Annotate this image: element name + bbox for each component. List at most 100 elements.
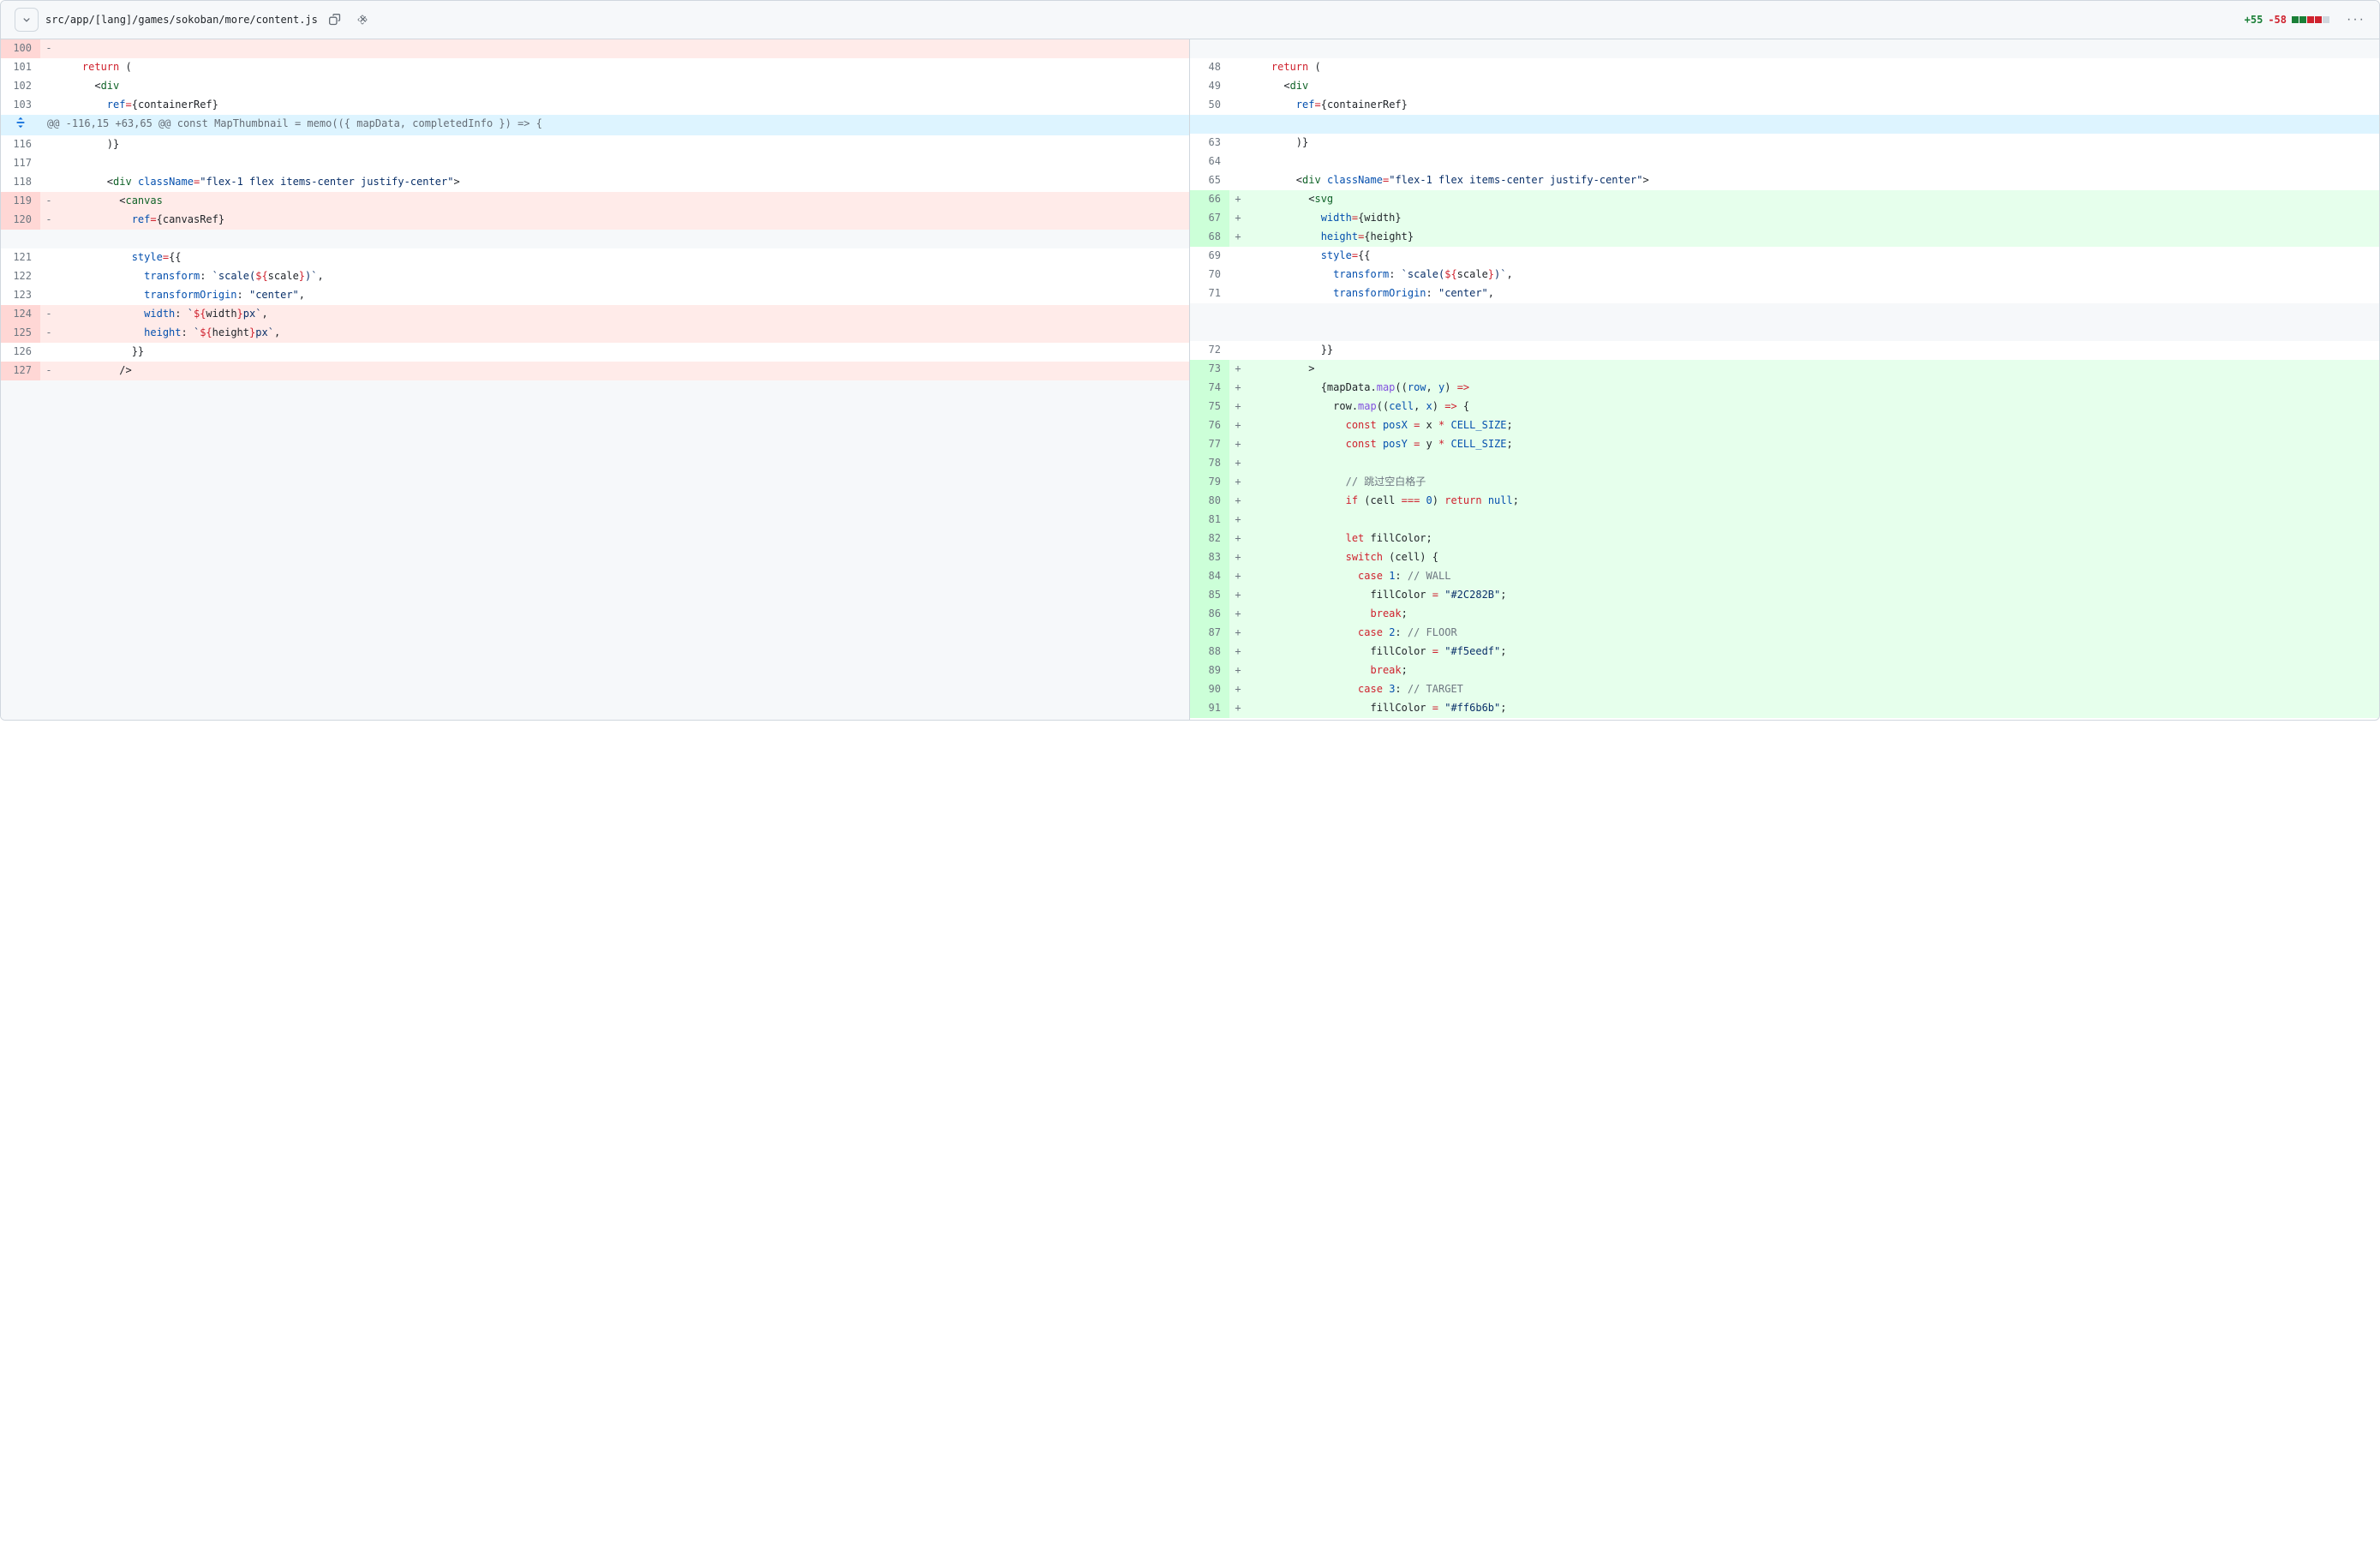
collapse-toggle-button[interactable] bbox=[15, 8, 39, 32]
line-number[interactable]: 80 bbox=[1190, 492, 1229, 511]
diff-line[interactable]: 71 transformOrigin: "center", bbox=[1190, 284, 2379, 303]
line-number[interactable]: 100 bbox=[1, 39, 40, 58]
line-number[interactable]: 71 bbox=[1190, 284, 1229, 303]
line-number[interactable]: 72 bbox=[1190, 341, 1229, 360]
diff-line[interactable]: 70 transform: `scale(${scale})`, bbox=[1190, 266, 2379, 284]
line-number[interactable]: 126 bbox=[1, 343, 40, 362]
line-number[interactable]: 123 bbox=[1, 286, 40, 305]
diff-line[interactable]: 85+ fillColor = "#2C282B"; bbox=[1190, 586, 2379, 605]
line-number[interactable]: 70 bbox=[1190, 266, 1229, 284]
file-menu-button[interactable]: ··· bbox=[2347, 12, 2365, 27]
diff-line[interactable]: 68+ height={height} bbox=[1190, 228, 2379, 247]
line-number[interactable] bbox=[1190, 39, 1229, 58]
line-number[interactable]: 87 bbox=[1190, 624, 1229, 643]
expand-file-button[interactable] bbox=[352, 9, 373, 30]
line-number[interactable]: 69 bbox=[1190, 247, 1229, 266]
line-number[interactable]: 68 bbox=[1190, 228, 1229, 247]
line-number[interactable]: 124 bbox=[1, 305, 40, 324]
diff-line[interactable]: 49 <div bbox=[1190, 77, 2379, 96]
diff-line[interactable]: 64 bbox=[1190, 153, 2379, 171]
diff-line[interactable]: 79+ // 跳过空白格子 bbox=[1190, 473, 2379, 492]
line-number[interactable]: 119 bbox=[1, 192, 40, 211]
diff-line[interactable]: 80+ if (cell === 0) return null; bbox=[1190, 492, 2379, 511]
diff-line[interactable]: 103 ref={containerRef} bbox=[1, 96, 1189, 115]
line-number[interactable]: 85 bbox=[1190, 586, 1229, 605]
line-number[interactable]: 65 bbox=[1190, 171, 1229, 190]
diff-line[interactable] bbox=[1190, 39, 2379, 58]
line-number[interactable]: 89 bbox=[1190, 661, 1229, 680]
diff-line[interactable]: 81+ bbox=[1190, 511, 2379, 530]
line-number[interactable]: 102 bbox=[1, 77, 40, 96]
line-number[interactable]: 117 bbox=[1, 154, 40, 173]
diff-line[interactable]: 74+ {mapData.map((row, y) => bbox=[1190, 379, 2379, 398]
line-number[interactable]: 76 bbox=[1190, 416, 1229, 435]
diff-line[interactable]: 126 }} bbox=[1, 343, 1189, 362]
line-number[interactable]: 64 bbox=[1190, 153, 1229, 171]
diff-line[interactable]: 73+ > bbox=[1190, 360, 2379, 379]
line-number[interactable]: 77 bbox=[1190, 435, 1229, 454]
diff-line[interactable]: 50 ref={containerRef} bbox=[1190, 96, 2379, 115]
line-number[interactable]: 118 bbox=[1, 173, 40, 192]
line-number[interactable] bbox=[1190, 322, 1229, 341]
line-number[interactable]: 82 bbox=[1190, 530, 1229, 548]
diff-line[interactable]: 48 return ( bbox=[1190, 58, 2379, 77]
diff-line[interactable]: 86+ break; bbox=[1190, 605, 2379, 624]
diff-line[interactable]: 119- <canvas bbox=[1, 192, 1189, 211]
expand-hunk-button[interactable] bbox=[1, 117, 40, 129]
line-number[interactable]: 83 bbox=[1190, 548, 1229, 567]
line-number[interactable]: 121 bbox=[1, 248, 40, 267]
line-number[interactable] bbox=[1, 230, 40, 248]
diff-line[interactable]: 63 )} bbox=[1190, 134, 2379, 153]
diff-line[interactable]: 91+ fillColor = "#ff6b6b"; bbox=[1190, 699, 2379, 718]
diff-line[interactable]: 116 )} bbox=[1, 135, 1189, 154]
line-number[interactable]: 120 bbox=[1, 211, 40, 230]
diff-line[interactable]: 123 transformOrigin: "center", bbox=[1, 286, 1189, 305]
line-number[interactable]: 49 bbox=[1190, 77, 1229, 96]
diff-line[interactable]: 90+ case 3: // TARGET bbox=[1190, 680, 2379, 699]
diff-line[interactable]: 66+ <svg bbox=[1190, 190, 2379, 209]
diff-line[interactable]: 75+ row.map((cell, x) => { bbox=[1190, 398, 2379, 416]
diff-line[interactable]: 127- /> bbox=[1, 362, 1189, 380]
diff-line[interactable]: 100- bbox=[1, 39, 1189, 58]
line-number[interactable]: 125 bbox=[1, 324, 40, 343]
line-number[interactable]: 81 bbox=[1190, 511, 1229, 530]
line-number[interactable]: 67 bbox=[1190, 209, 1229, 228]
line-number[interactable]: 127 bbox=[1, 362, 40, 380]
diff-line[interactable] bbox=[1190, 303, 2379, 322]
diff-line[interactable]: 118 <div className="flex-1 flex items-ce… bbox=[1, 173, 1189, 192]
diff-line[interactable]: 67+ width={width} bbox=[1190, 209, 2379, 228]
line-number[interactable]: 84 bbox=[1190, 567, 1229, 586]
line-number[interactable]: 101 bbox=[1, 58, 40, 77]
line-number[interactable]: 48 bbox=[1190, 58, 1229, 77]
diff-line[interactable]: 117 bbox=[1, 154, 1189, 173]
diff-line[interactable]: 65 <div className="flex-1 flex items-cen… bbox=[1190, 171, 2379, 190]
line-number[interactable]: 63 bbox=[1190, 134, 1229, 153]
copy-path-button[interactable] bbox=[325, 9, 345, 30]
line-number[interactable]: 73 bbox=[1190, 360, 1229, 379]
file-path[interactable]: src/app/[lang]/games/sokoban/more/conten… bbox=[45, 14, 318, 26]
diff-line[interactable]: 120- ref={canvasRef} bbox=[1, 211, 1189, 230]
diff-line[interactable]: 77+ const posY = y * CELL_SIZE; bbox=[1190, 435, 2379, 454]
diff-line[interactable]: 124- width: `${width}px`, bbox=[1, 305, 1189, 324]
diff-line[interactable]: 76+ const posX = x * CELL_SIZE; bbox=[1190, 416, 2379, 435]
line-number[interactable]: 86 bbox=[1190, 605, 1229, 624]
diff-line[interactable] bbox=[1190, 322, 2379, 341]
diff-line[interactable]: 69 style={{ bbox=[1190, 247, 2379, 266]
line-number[interactable]: 116 bbox=[1, 135, 40, 154]
diff-line[interactable]: 125- height: `${height}px`, bbox=[1, 324, 1189, 343]
diff-line[interactable]: 83+ switch (cell) { bbox=[1190, 548, 2379, 567]
diff-line[interactable]: 122 transform: `scale(${scale})`, bbox=[1, 267, 1189, 286]
line-number[interactable]: 91 bbox=[1190, 699, 1229, 718]
line-number[interactable] bbox=[1190, 303, 1229, 322]
line-number[interactable]: 103 bbox=[1, 96, 40, 115]
diff-line[interactable] bbox=[1, 230, 1189, 248]
diff-line[interactable]: 89+ break; bbox=[1190, 661, 2379, 680]
diff-line[interactable]: 78+ bbox=[1190, 454, 2379, 473]
diff-line[interactable]: 82+ let fillColor; bbox=[1190, 530, 2379, 548]
line-number[interactable]: 74 bbox=[1190, 379, 1229, 398]
line-number[interactable]: 79 bbox=[1190, 473, 1229, 492]
line-number[interactable]: 66 bbox=[1190, 190, 1229, 209]
diff-line[interactable]: 87+ case 2: // FLOOR bbox=[1190, 624, 2379, 643]
diff-line[interactable]: 101 return ( bbox=[1, 58, 1189, 77]
line-number[interactable]: 78 bbox=[1190, 454, 1229, 473]
